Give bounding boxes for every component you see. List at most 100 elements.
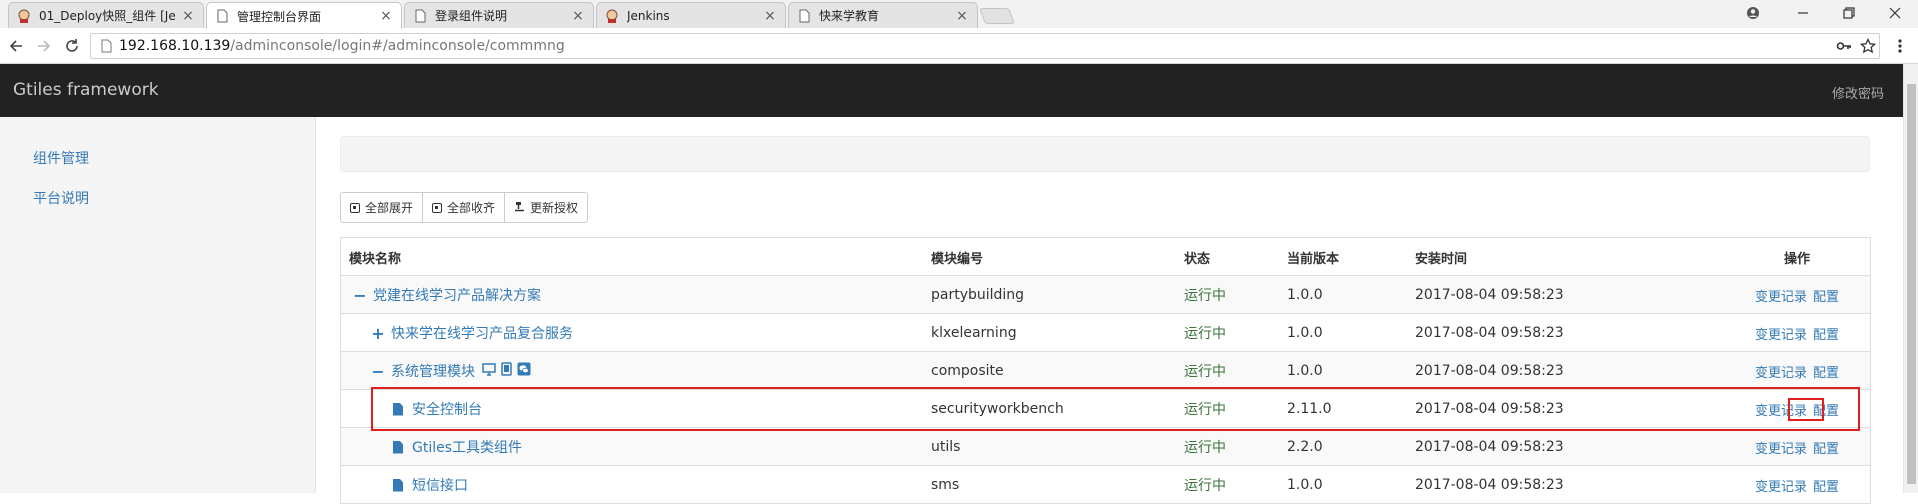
- change-history-link[interactable]: 变更记录: [1755, 362, 1807, 381]
- url-path: /adminconsole/login#/adminconsole/commmn…: [230, 38, 565, 54]
- config-link[interactable]: 配置: [1813, 476, 1839, 495]
- change-history-link[interactable]: 变更记录: [1755, 286, 1807, 305]
- page-scrollbar[interactable]: [1903, 64, 1918, 493]
- config-link[interactable]: 配置: [1813, 400, 1839, 419]
- module-name[interactable]: 系统管理模块: [391, 361, 475, 381]
- browser-tab-admin-console[interactable]: 管理控制台界面 ×: [206, 2, 402, 29]
- module-install-time: 2017-08-04 09:58:23: [1415, 439, 1564, 455]
- page-info-icon[interactable]: [99, 39, 113, 53]
- expand-icon: [350, 202, 360, 213]
- module-install-time: 2017-08-04 09:58:23: [1415, 325, 1564, 341]
- module-code: composite: [931, 363, 1004, 379]
- module-version: 2.2.0: [1287, 439, 1323, 455]
- module-code: klxelearning: [931, 325, 1017, 341]
- module-name[interactable]: 党建在线学习产品解决方案: [373, 285, 541, 305]
- row-actions: 变更记录 配置: [1731, 352, 1863, 390]
- close-window-icon[interactable]: [1872, 0, 1918, 26]
- config-link[interactable]: 配置: [1813, 286, 1839, 305]
- module-name[interactable]: 快来学在线学习产品复合服务: [391, 323, 573, 343]
- change-history-link[interactable]: 变更记录: [1755, 476, 1807, 495]
- row-actions: 变更记录 配置: [1731, 466, 1863, 504]
- sidebar-item-component-management[interactable]: 组件管理: [33, 148, 89, 168]
- back-icon[interactable]: [6, 36, 26, 56]
- tablet-icon: [501, 362, 512, 380]
- restore-icon[interactable]: [1826, 0, 1872, 26]
- browser-tab-deploy[interactable]: 01_Deploy快照_组件 [Je ×: [8, 2, 204, 28]
- module-name[interactable]: Gtiles工具类组件: [412, 437, 522, 457]
- collapse-toggle-icon[interactable]: −: [371, 362, 385, 381]
- update-license-button[interactable]: 更新授权: [504, 192, 589, 223]
- browser-menu-icon[interactable]: [1890, 36, 1910, 56]
- close-icon[interactable]: ×: [955, 8, 969, 24]
- jenkins-icon: [605, 9, 619, 23]
- expand-toggle-icon[interactable]: +: [371, 324, 385, 343]
- col-header-code: 模块编号: [931, 251, 984, 267]
- change-history-link[interactable]: 变更记录: [1755, 400, 1807, 419]
- breadcrumb-area: [340, 136, 1870, 172]
- app-brand[interactable]: Gtiles framework: [13, 80, 159, 100]
- reload-icon[interactable]: [62, 36, 82, 56]
- change-history-link[interactable]: 变更记录: [1755, 324, 1807, 343]
- table-row: Gtiles工具类组件 utils 运行中 2.2.0 2017-08-04 0…: [341, 428, 1870, 466]
- collapse-all-button[interactable]: 全部收齐: [422, 192, 506, 223]
- page-icon: [797, 9, 811, 23]
- url-input[interactable]: 192.168.10.139/adminconsole/login#/admin…: [90, 33, 1880, 59]
- table-row: 短信接口 sms 运行中 1.0.0 2017-08-04 09:58:23 变…: [341, 466, 1870, 504]
- change-password-link[interactable]: 修改密码: [1832, 83, 1884, 102]
- expand-all-button[interactable]: 全部展开: [340, 192, 424, 223]
- row-actions: 变更记录 配置: [1731, 428, 1863, 466]
- module-status: 运行中: [1184, 288, 1226, 304]
- profile-icon[interactable]: [1730, 0, 1776, 26]
- close-icon[interactable]: ×: [763, 8, 777, 24]
- module-name[interactable]: 短信接口: [412, 475, 468, 495]
- tab-title: 快来学教育: [819, 9, 880, 23]
- file-icon: [393, 478, 403, 492]
- minimize-icon[interactable]: [1780, 0, 1826, 26]
- close-icon[interactable]: ×: [181, 8, 195, 24]
- browser-tab-jenkins[interactable]: Jenkins ×: [596, 2, 786, 28]
- forward-icon[interactable]: [34, 36, 54, 56]
- address-bar: 192.168.10.139/adminconsole/login#/admin…: [0, 28, 1918, 64]
- module-code: partybuilding: [931, 287, 1025, 303]
- row-actions: 变更记录 配置: [1731, 390, 1863, 428]
- collapse-icon: [432, 202, 443, 213]
- scrollbar-thumb[interactable]: [1907, 84, 1916, 484]
- collapse-toggle-icon[interactable]: −: [353, 286, 367, 305]
- close-icon[interactable]: ×: [379, 8, 393, 24]
- page-icon: [413, 9, 427, 23]
- module-install-time: 2017-08-04 09:58:23: [1415, 401, 1564, 417]
- col-header-install-time: 安装时间: [1415, 251, 1468, 267]
- module-version: 1.0.0: [1287, 477, 1323, 493]
- sidebar: 组件管理 平台说明: [0, 117, 316, 493]
- table-row: + 快来学在线学习产品复合服务 klxelearning 运行中 1.0.0 2…: [341, 314, 1870, 352]
- browser-tab-login-doc[interactable]: 登录组件说明 ×: [404, 2, 594, 28]
- url-host: 192.168.10.139: [119, 38, 231, 54]
- col-header-version: 当前版本: [1287, 251, 1340, 267]
- module-status: 运行中: [1184, 440, 1226, 456]
- config-link[interactable]: 配置: [1813, 324, 1839, 343]
- close-icon[interactable]: ×: [571, 8, 585, 24]
- module-status: 运行中: [1184, 478, 1226, 494]
- browser-tabstrip: 01_Deploy快照_组件 [Je × 管理控制台界面 × 登录组件说明 × …: [0, 0, 1918, 29]
- gavel-icon: [514, 201, 525, 215]
- table-header-row: 模块名称 模块编号 状态 当前版本 安装时间 操作: [341, 238, 1870, 276]
- config-link[interactable]: 配置: [1813, 438, 1839, 457]
- page-icon: [215, 9, 229, 23]
- module-install-time: 2017-08-04 09:58:23: [1415, 287, 1564, 303]
- desktop-icon: [482, 362, 496, 380]
- toolbar-button-group: 全部展开 全部收齐 更新授权: [340, 192, 589, 223]
- tab-title: Jenkins: [627, 8, 670, 23]
- config-link[interactable]: 配置: [1813, 362, 1839, 381]
- sidebar-item-platform-info[interactable]: 平台说明: [33, 188, 89, 208]
- file-icon: [393, 402, 403, 416]
- wechat-icon: [517, 362, 531, 380]
- tab-title: 管理控制台界面: [237, 9, 322, 24]
- expand-all-label: 全部展开: [365, 201, 414, 215]
- module-name[interactable]: 安全控制台: [412, 399, 482, 419]
- change-history-link[interactable]: 变更记录: [1755, 438, 1807, 457]
- new-tab-button[interactable]: [979, 8, 1015, 24]
- key-icon[interactable]: [1834, 36, 1854, 56]
- tab-title: 01_Deploy快照_组件 [Je: [39, 9, 176, 23]
- bookmark-star-icon[interactable]: [1858, 36, 1878, 56]
- browser-tab-klx[interactable]: 快来学教育 ×: [788, 2, 978, 28]
